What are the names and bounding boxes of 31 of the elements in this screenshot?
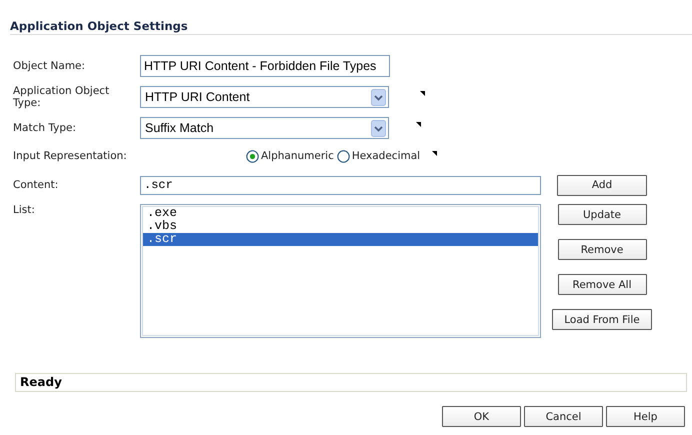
list-box[interactable]: .exe .vbs .scr	[140, 204, 541, 338]
corner-mark-icon	[416, 122, 421, 127]
list-item[interactable]: .vbs	[143, 220, 538, 233]
field-label: Input Representation:	[12, 150, 128, 162]
corner-mark-icon	[420, 91, 425, 96]
dropdown[interactable]: Suffix Match	[140, 117, 389, 139]
field-label: Object Name:	[12, 60, 86, 72]
field-label: Content:	[12, 179, 60, 191]
add-button[interactable]: Add	[557, 174, 647, 196]
dropdown[interactable]: HTTP URI Content	[140, 86, 389, 108]
radio-option[interactable]: Hexadecimal	[336, 150, 420, 162]
corner-mark-icon	[432, 151, 437, 156]
chevron-down-icon	[371, 120, 386, 136]
radio-option[interactable]: Alphanumeric	[246, 150, 334, 162]
dialog-button[interactable]: Help	[606, 406, 685, 427]
field-label: List:	[12, 204, 36, 216]
list-item[interactable]: .scr	[143, 233, 538, 246]
status-bar: Ready	[15, 373, 687, 392]
list-item[interactable]: .exe	[143, 207, 538, 220]
content-field[interactable]: .scr	[140, 176, 541, 194]
section-title: Application Object Settings	[10, 19, 189, 33]
list-button[interactable]: Remove All	[558, 274, 646, 295]
field-label: Match Type:	[12, 122, 78, 134]
list-button[interactable]: Load From File	[552, 309, 652, 330]
dialog-button[interactable]: OK	[442, 406, 521, 427]
object-name-field[interactable]: HTTP URI Content - Forbidden File Types	[140, 55, 390, 77]
list-button[interactable]: Remove	[558, 239, 646, 260]
dialog-button[interactable]: Cancel	[524, 406, 603, 427]
field-label: Application Object Type:	[12, 85, 110, 109]
chevron-down-icon	[371, 88, 386, 106]
list-button[interactable]: Update	[558, 204, 646, 225]
